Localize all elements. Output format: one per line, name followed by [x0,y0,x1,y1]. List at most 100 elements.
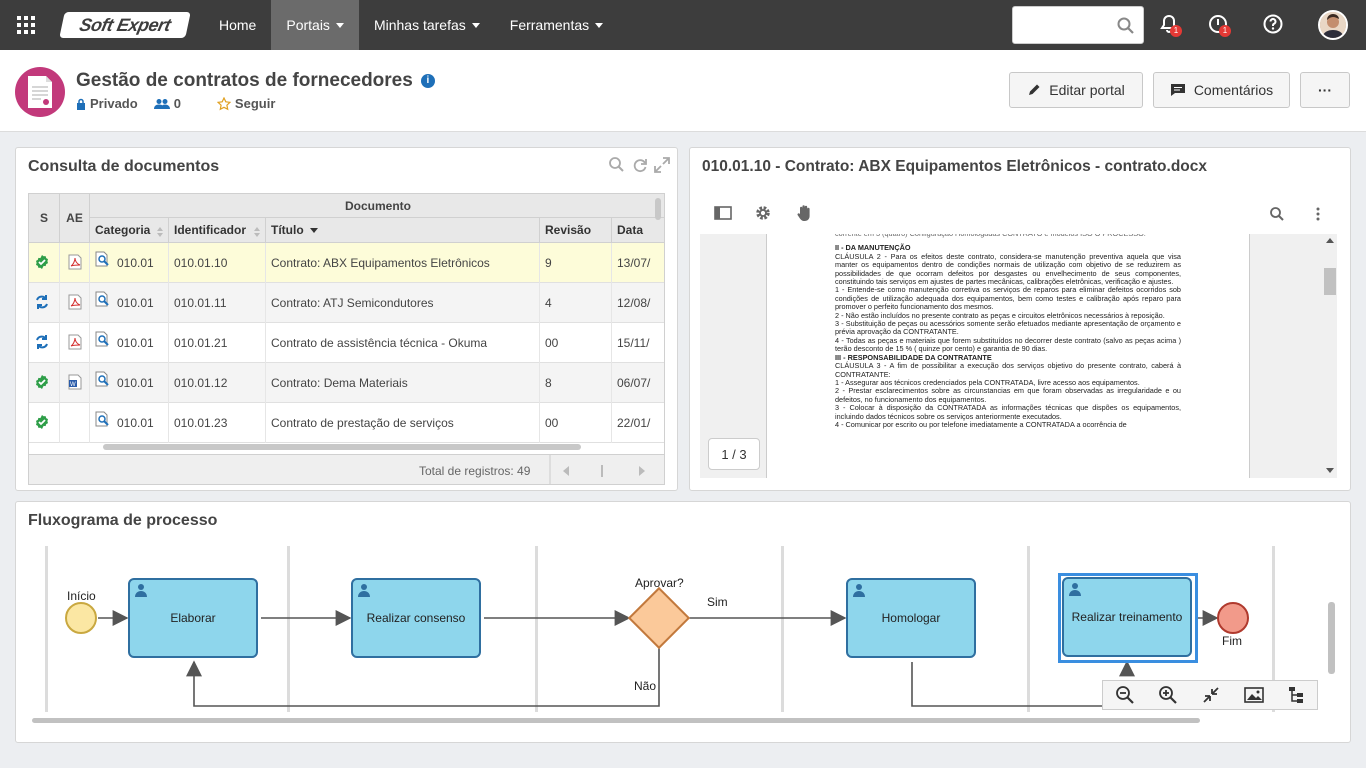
gateway-label: Aprovar? [635,576,684,590]
viewer-scrollbar[interactable] [1324,268,1336,295]
flowchart-canvas[interactable]: Início Elaborar Realizar consenso Aprova… [45,546,1275,712]
nav-item-label: Home [219,17,257,33]
pdf-file-icon[interactable] [68,334,82,353]
nav-item-label: Ferramentas [509,17,590,33]
task-elaborar[interactable]: Elaborar [128,578,258,658]
vertical-scrollbar[interactable] [655,198,661,220]
chevron-down-icon [471,22,480,28]
sort-desc-icon[interactable] [309,227,318,233]
refresh-icon[interactable] [631,156,649,174]
cell-text: 13/07/ [617,256,651,270]
pending-tasks-button[interactable]: 1 [1207,13,1231,38]
cell-date: 06/07/ [612,363,664,403]
nav-item-3[interactable]: Ferramentas [495,0,618,50]
more-vertical-icon[interactable] [1316,206,1320,222]
cell-title: Contrato: ABX Equipamentos Eletrônicos [266,243,540,283]
help-button[interactable] [1262,13,1284,38]
members-indicator[interactable]: 0 [153,96,181,111]
flowchart-vertical-scrollbar[interactable] [1328,602,1335,674]
edit-portal-button[interactable]: Editar portal [1009,72,1143,108]
comments-button[interactable]: Comentários [1153,72,1290,108]
cell-title: Contrato: Dema Materiais [266,363,540,403]
zoom-out-icon[interactable] [1115,685,1135,705]
scroll-down-icon[interactable] [1326,468,1334,473]
next-page-icon[interactable] [639,466,645,476]
column-header-status[interactable]: S [29,194,60,243]
sidebar-toggle-icon[interactable] [714,206,732,220]
task-homologar[interactable]: Homologar [846,578,976,658]
cell-text: Contrato de prestação de serviços [271,416,454,430]
gear-icon[interactable] [754,204,772,222]
document-viewer-panel: 010.01.10 - Contrato: ABX Equipamentos E… [689,147,1351,491]
approved-status-icon [34,374,50,393]
no-label: Não [634,679,657,693]
privacy-indicator: Privado [76,96,138,111]
softexpert-logo[interactable]: Soft Expert [59,12,191,38]
document-search-icon[interactable] [95,371,111,390]
task-label: Elaborar [170,611,216,625]
search-input[interactable] [1019,7,1119,43]
column-header-1[interactable]: Identificador [169,218,266,243]
edit-portal-label: Editar portal [1049,82,1125,98]
table-row[interactable]: W 010.01 010.01.12 Contrato: Dema Materiais… [29,363,664,403]
column-header-label: Categoria [95,223,151,237]
apps-grid-icon[interactable] [0,0,52,50]
column-header-3[interactable]: Revisão [540,218,612,243]
sort-icon[interactable] [254,226,260,237]
nav-item-0[interactable]: Home [204,0,271,50]
zoom-in-icon[interactable] [1158,685,1178,705]
prev-page-icon[interactable] [563,466,569,476]
nav-item-label: Portais [286,17,330,33]
pdf-file-icon[interactable] [68,254,82,273]
scroll-up-icon[interactable] [1326,238,1334,243]
more-options-button[interactable]: ··· [1300,72,1350,108]
table-row[interactable]: 010.01 010.01.10 Contrato: ABX Equipamento… [29,243,664,283]
column-header-4[interactable]: Data [612,218,664,243]
document-search-icon[interactable] [95,331,111,350]
cell-text: 12/08/ [617,296,651,310]
column-header-label: Identificador [174,223,247,237]
document-canvas[interactable]: corrente em 3 (quatro) Configuração Homo… [700,234,1337,478]
cell-text: 9 [545,256,552,270]
user-avatar[interactable] [1318,10,1348,40]
sort-icon[interactable] [157,226,163,237]
column-header-ae[interactable]: AE [60,194,90,243]
nav-item-2[interactable]: Minhas tarefas [359,0,495,50]
info-icon[interactable]: i [420,74,435,88]
file-type-cell: W [60,363,90,403]
follow-button[interactable]: Seguir [216,96,275,111]
nav-item-1[interactable]: Portais [271,0,359,50]
search-icon[interactable] [608,156,626,174]
approved-status-icon [34,254,50,273]
export-image-icon[interactable] [1243,686,1264,704]
expand-icon[interactable] [653,156,671,174]
document-search-icon[interactable] [95,411,111,430]
start-event[interactable] [65,602,97,634]
horizontal-scrollbar[interactable] [103,444,581,450]
cell-text: 22/01/ [617,416,651,430]
table-row[interactable]: 010.01 010.01.23 Contrato de prestação de … [29,403,664,443]
cell-title: Contrato: ATJ Semicondutores [266,283,540,323]
word-file-icon[interactable]: W [68,374,82,393]
flowchart-horizontal-scrollbar[interactable] [32,718,1200,723]
hierarchy-icon[interactable] [1287,686,1305,704]
contract-document-icon [15,67,65,117]
document-paragraph: 4 - Todas as peças e materiais que forem… [835,335,1181,354]
cell-rev: 00 [540,323,612,363]
document-paragraph: 4 - Comunicar por escrito ou por telefon… [835,419,1127,429]
pdf-file-icon[interactable] [68,294,82,313]
document-search-icon[interactable] [95,251,111,270]
task-realizar-consenso[interactable]: Realizar consenso [351,578,481,658]
column-header-0[interactable]: Categoria [90,218,169,243]
hand-pan-icon[interactable] [795,203,815,223]
search-icon[interactable] [1269,206,1285,222]
search-icon[interactable] [1117,17,1135,35]
fit-to-screen-icon[interactable] [1202,686,1220,704]
table-row[interactable]: 010.01 010.01.21 Contrato de assistência t… [29,323,664,363]
column-header-2[interactable]: Título [266,218,540,243]
document-search-icon[interactable] [95,291,111,310]
notifications-button[interactable]: 1 [1158,13,1182,38]
table-row[interactable]: 010.01 010.01.11 Contrato: ATJ Semiconduto… [29,283,664,323]
end-event[interactable] [1217,602,1249,634]
task-realizar-treinamento[interactable]: Realizar treinamento [1062,577,1192,657]
